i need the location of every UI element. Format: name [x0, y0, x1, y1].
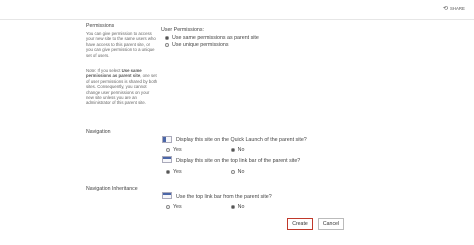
share-label: SHARE — [450, 6, 465, 11]
radio-same-permissions-label: Use same permissions as parent site — [172, 35, 259, 41]
share-icon: ⟲ — [443, 6, 449, 12]
inheritance-preview-icon — [162, 192, 172, 199]
permissions-description: You can give permission to access your n… — [86, 31, 156, 58]
share-button[interactable]: ⟲ SHARE — [443, 5, 465, 12]
top-divider — [0, 19, 474, 20]
radio-inheritance-yes[interactable] — [166, 205, 170, 209]
radio-quick-launch-no[interactable] — [230, 148, 235, 152]
cancel-button[interactable]: Cancel — [318, 218, 344, 230]
radio-quick-launch-no-label: No — [237, 147, 245, 153]
create-button[interactable]: Create — [287, 218, 313, 230]
radio-inheritance-yes-label: Yes — [173, 204, 182, 210]
radio-top-link-bar-yes-label: Yes — [173, 169, 182, 175]
quick-launch-options: Yes No — [166, 147, 244, 153]
radio-inheritance-no-label: No — [237, 204, 245, 210]
user-permissions-label: User Permissions: — [161, 27, 204, 33]
quick-launch-preview-icon — [162, 136, 172, 143]
top-link-bar-question: Display this site on the top link bar of… — [176, 158, 301, 164]
permission-option-unique[interactable]: Use unique permissions — [165, 42, 229, 48]
top-link-bar-options: Yes No — [166, 169, 244, 175]
top-link-bar-preview-icon — [162, 156, 172, 163]
permission-option-same[interactable]: Use same permissions as parent site — [165, 35, 259, 41]
radio-top-link-bar-no[interactable] — [230, 170, 235, 174]
radio-top-link-bar-no-label: No — [237, 169, 245, 175]
permissions-note: Note: If you select Use same permissions… — [86, 68, 158, 106]
inheritance-options: Yes No — [166, 204, 244, 210]
quick-launch-question: Display this site on the Quick Launch of… — [176, 137, 307, 143]
permissions-section-title: Permissions — [86, 23, 115, 29]
radio-top-link-bar-yes[interactable] — [166, 170, 170, 174]
radio-inheritance-no[interactable] — [230, 205, 235, 209]
radio-unique-permissions[interactable] — [165, 43, 169, 47]
radio-quick-launch-yes-label: Yes — [173, 147, 182, 153]
navigation-inheritance-section-title: Navigation Inheritance — [86, 186, 138, 192]
radio-quick-launch-yes[interactable] — [166, 148, 170, 152]
navigation-section-title: Navigation — [86, 129, 111, 135]
inheritance-question: Use the top link bar from the parent sit… — [176, 194, 272, 200]
radio-same-permissions[interactable] — [165, 36, 169, 40]
radio-unique-permissions-label: Use unique permissions — [172, 42, 229, 48]
